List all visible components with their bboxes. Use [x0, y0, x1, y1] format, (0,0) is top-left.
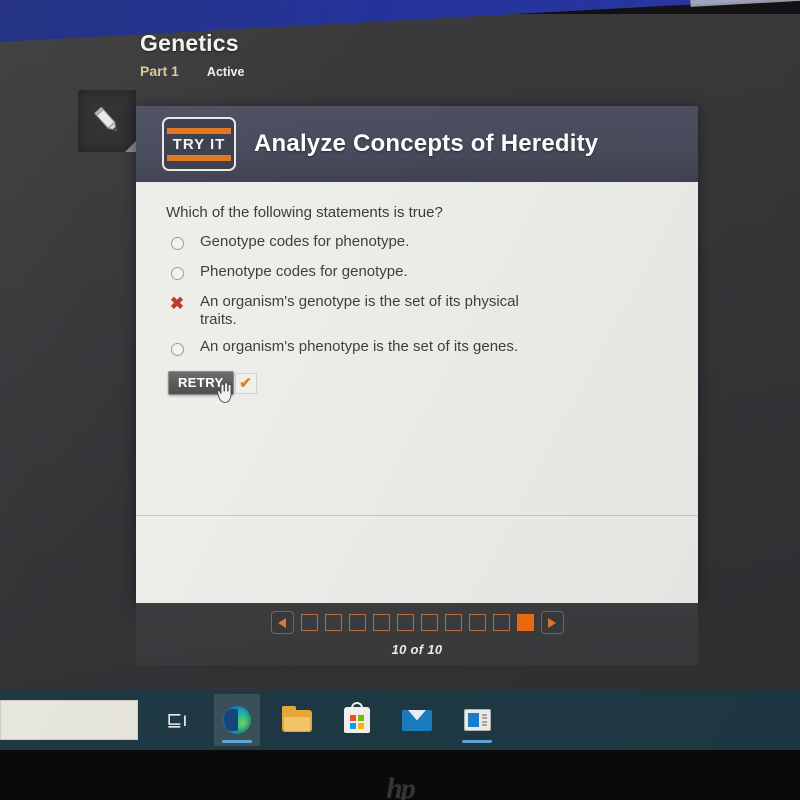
retry-button[interactable]: RETRY	[168, 371, 234, 396]
microsoft-edge-icon	[223, 706, 251, 734]
radio-unselected-icon[interactable]	[166, 339, 188, 359]
tab-corner-fold	[125, 141, 136, 152]
taskbar-item-file-explorer[interactable]	[274, 694, 320, 746]
wallpaper-highlight	[689, 0, 800, 7]
try-it-badge: TRY IT	[162, 117, 236, 171]
taskbar-item-edge[interactable]	[214, 694, 260, 746]
windows-taskbar: ⊑ı	[0, 690, 800, 750]
check-icon: ✔	[239, 374, 252, 392]
activity-window: TRY IT Analyze Concepts of Heredity Whic…	[136, 106, 698, 603]
taskbar-item-document-app[interactable]	[454, 694, 500, 746]
pager-controls	[136, 603, 698, 634]
retry-row: RETRY ✔	[168, 371, 668, 404]
mail-icon	[402, 709, 432, 731]
page-title: Genetics	[140, 30, 239, 56]
microsoft-store-icon	[344, 702, 370, 733]
question-prompt: Which of the following statements is tru…	[166, 204, 443, 221]
choice-option[interactable]: Genotype codes for phenotype.	[166, 233, 668, 254]
choice-option[interactable]: Phenotype codes for genotype.	[166, 263, 668, 284]
page-square[interactable]	[300, 614, 318, 631]
activity-title: Analyze Concepts of Heredity	[254, 130, 599, 157]
page-square[interactable]	[468, 614, 486, 631]
page-square[interactable]	[396, 614, 414, 631]
taskbar-item-task-view[interactable]: ⊑ı	[154, 694, 200, 746]
lesson-part-label: Part 1	[140, 63, 179, 79]
incorrect-x-icon: ✖	[169, 294, 185, 314]
page-square[interactable]	[324, 614, 342, 631]
next-page-button[interactable]	[540, 611, 564, 634]
choice-option-incorrect[interactable]: ✖ An organism's genotype is the set of i…	[166, 293, 668, 330]
prev-page-button[interactable]	[270, 611, 294, 634]
active-app-underline	[462, 740, 492, 743]
page-count-label: 10 of 10	[391, 642, 443, 657]
pencil-icon	[93, 106, 117, 132]
tool-tab-annotate[interactable]	[78, 90, 136, 152]
question-pager: 10 of 10	[136, 603, 698, 665]
choice-label: Genotype codes for phenotype.	[200, 232, 410, 250]
document-app-icon	[463, 709, 491, 731]
choice-label: Phenotype codes for genotype.	[200, 262, 408, 280]
chevron-right-icon	[548, 617, 556, 628]
hp-logo: hp	[386, 772, 416, 800]
task-view-icon: ⊑ı	[166, 708, 188, 731]
taskbar-icon-group: ⊑ı	[138, 694, 500, 746]
question-area: Which of the following statements is tru…	[136, 182, 698, 603]
choice-option[interactable]: An organism's phenotype is the set of it…	[166, 338, 668, 359]
laptop-screen-photo: Genetics Part 1 Active TRY IT Analyze Co…	[0, 0, 800, 800]
badge-stripe-top	[167, 127, 231, 134]
taskbar-item-mail[interactable]	[394, 694, 440, 746]
check-answer-button[interactable]: ✔	[234, 372, 257, 394]
file-explorer-icon	[282, 705, 312, 732]
badge-label: TRY IT	[172, 135, 226, 153]
taskbar-search-box[interactable]	[0, 700, 138, 740]
page-square[interactable]	[420, 614, 438, 631]
badge-stripe-bottom	[167, 154, 231, 161]
choice-label: An organism's genotype is the set of its…	[200, 292, 519, 329]
choice-label: An organism's phenotype is the set of it…	[200, 338, 519, 356]
active-app-underline	[222, 740, 252, 743]
lesson-header: Genetics Part 1 Active	[140, 30, 440, 79]
lesson-subheader: Part 1 Active	[140, 63, 440, 79]
activity-header: TRY IT Analyze Concepts of Heredity	[136, 106, 698, 182]
page-square[interactable]	[348, 614, 366, 631]
radio-unselected-icon[interactable]	[166, 234, 188, 254]
page-square[interactable]	[492, 614, 510, 631]
taskbar-item-microsoft-store[interactable]	[334, 694, 380, 746]
page-square[interactable]	[372, 614, 390, 631]
radio-unselected-icon[interactable]	[166, 264, 188, 284]
chevron-left-icon	[278, 617, 286, 628]
laptop-bezel: hp	[0, 750, 800, 800]
page-square[interactable]	[444, 614, 462, 631]
status-badge: Active	[206, 65, 245, 79]
page-square-current[interactable]	[516, 614, 534, 631]
